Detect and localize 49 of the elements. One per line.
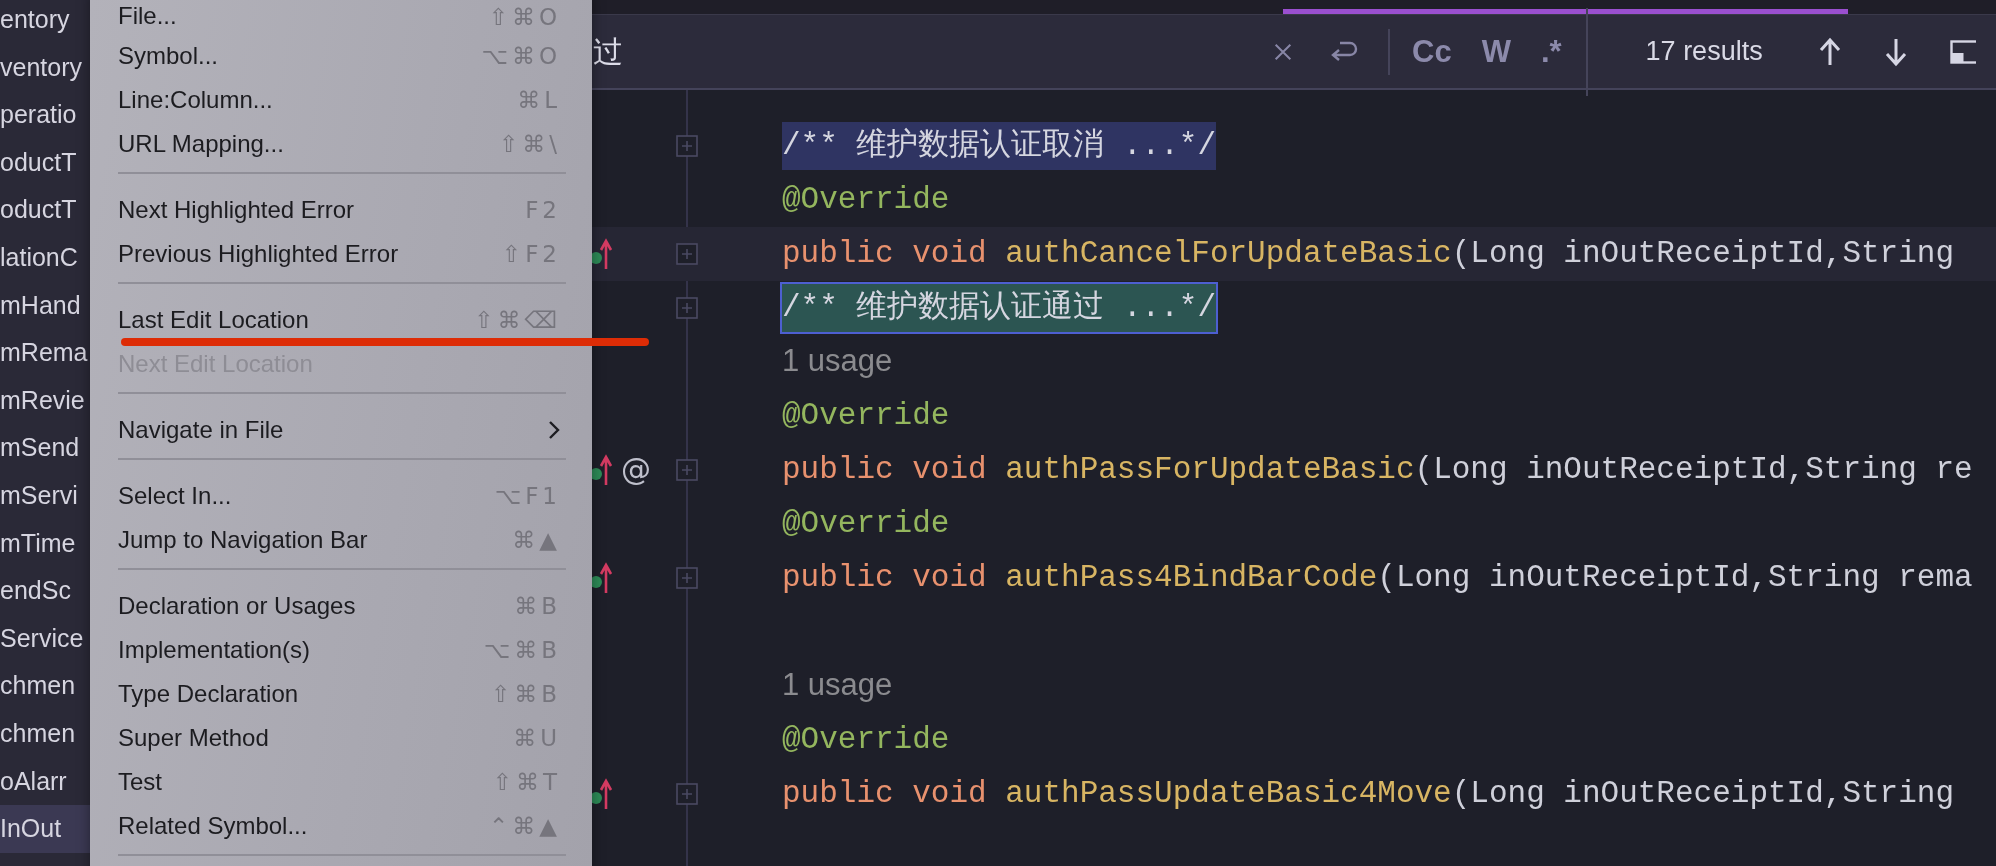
shortcut-label: ⇧⌘\	[498, 131, 561, 157]
up-arrow-icon[interactable]	[1817, 36, 1842, 67]
file-tree-item[interactable]: oductT	[0, 186, 90, 234]
shortcut-label: ⌘▲	[512, 527, 561, 553]
file-tree-item[interactable]: lationC	[0, 233, 90, 282]
code-line: public void authPass4BindBarCode(Long inOutReceiptId,String rema	[782, 559, 1973, 597]
file-tree-item[interactable]: mServi	[0, 471, 90, 520]
menu-item[interactable]: Jump to Navigation Bar ⌘▲	[90, 522, 592, 558]
circle-arrow-icon[interactable]	[590, 238, 614, 270]
gutter-mark[interactable]: @	[621, 455, 651, 485]
code-line: @Override	[782, 397, 950, 435]
window-icon[interactable]	[1949, 39, 1976, 64]
file-tree-item[interactable]: mSend	[0, 424, 90, 472]
circle-arrow-icon[interactable]	[590, 454, 614, 486]
results-count: 17 results	[1645, 36, 1763, 67]
code-line: 1 usage	[782, 342, 893, 380]
menu-item[interactable]: Related Symbol... ⌃⌘▲	[90, 808, 592, 844]
search-option-toggle[interactable]: Cc	[1412, 33, 1452, 70]
down-arrow-icon[interactable]	[1883, 36, 1908, 67]
code-line: public void authCancelForUpdateBasic(Long inOutReceiptId,String	[782, 235, 1955, 273]
menu-item[interactable]: Last Edit Location ⇧⌘⌫	[90, 302, 592, 338]
code-line: public void authPassUpdateBasic4Move(Long inOutReceiptId,String	[782, 775, 1955, 813]
code-line: @Override	[782, 505, 950, 543]
code-line: @Override	[782, 181, 950, 219]
search-option-toggle[interactable]: W	[1481, 33, 1511, 70]
menu-item[interactable]: URL Mapping... ⇧⌘\	[90, 126, 592, 162]
file-tree-item[interactable]: mRema	[0, 329, 90, 377]
code-line: @Override	[782, 721, 950, 759]
shortcut-label: ⌃⌘▲	[489, 813, 561, 839]
shortcut-label: ⇧⌘⌫	[474, 307, 561, 333]
file-tree-item[interactable]: peratio	[0, 91, 90, 139]
file-tree-item[interactable]: oductT	[0, 138, 90, 187]
file-tree-item[interactable]: Service	[0, 614, 90, 663]
file-tree-item[interactable]: chmen	[0, 709, 90, 758]
code-line: public void authPassForUpdateBasic(Long inOutReceiptId,String re	[782, 451, 1973, 489]
menu-item[interactable]: Navigate in File	[90, 412, 592, 448]
code-line: 1 usage	[782, 666, 893, 704]
file-tree-item[interactable]: mTime	[0, 519, 90, 568]
file-tree-item[interactable]: endSc	[0, 567, 90, 615]
file-tree-item[interactable]: InOut	[0, 805, 90, 853]
file-tree-item[interactable]: entory	[0, 0, 90, 44]
search-option-toggle[interactable]: .*	[1540, 33, 1562, 70]
circle-arrow-icon[interactable]	[590, 562, 614, 594]
file-tree-item[interactable]: mRevie	[0, 376, 90, 425]
file-tree-item[interactable]: oAlarr	[0, 757, 90, 806]
file-tree-item[interactable]: mHand	[0, 281, 90, 330]
circle-arrow-icon[interactable]	[590, 778, 614, 810]
file-tree-item[interactable]: chmen	[0, 662, 90, 710]
file-tree-item[interactable]: ventory	[0, 43, 90, 92]
